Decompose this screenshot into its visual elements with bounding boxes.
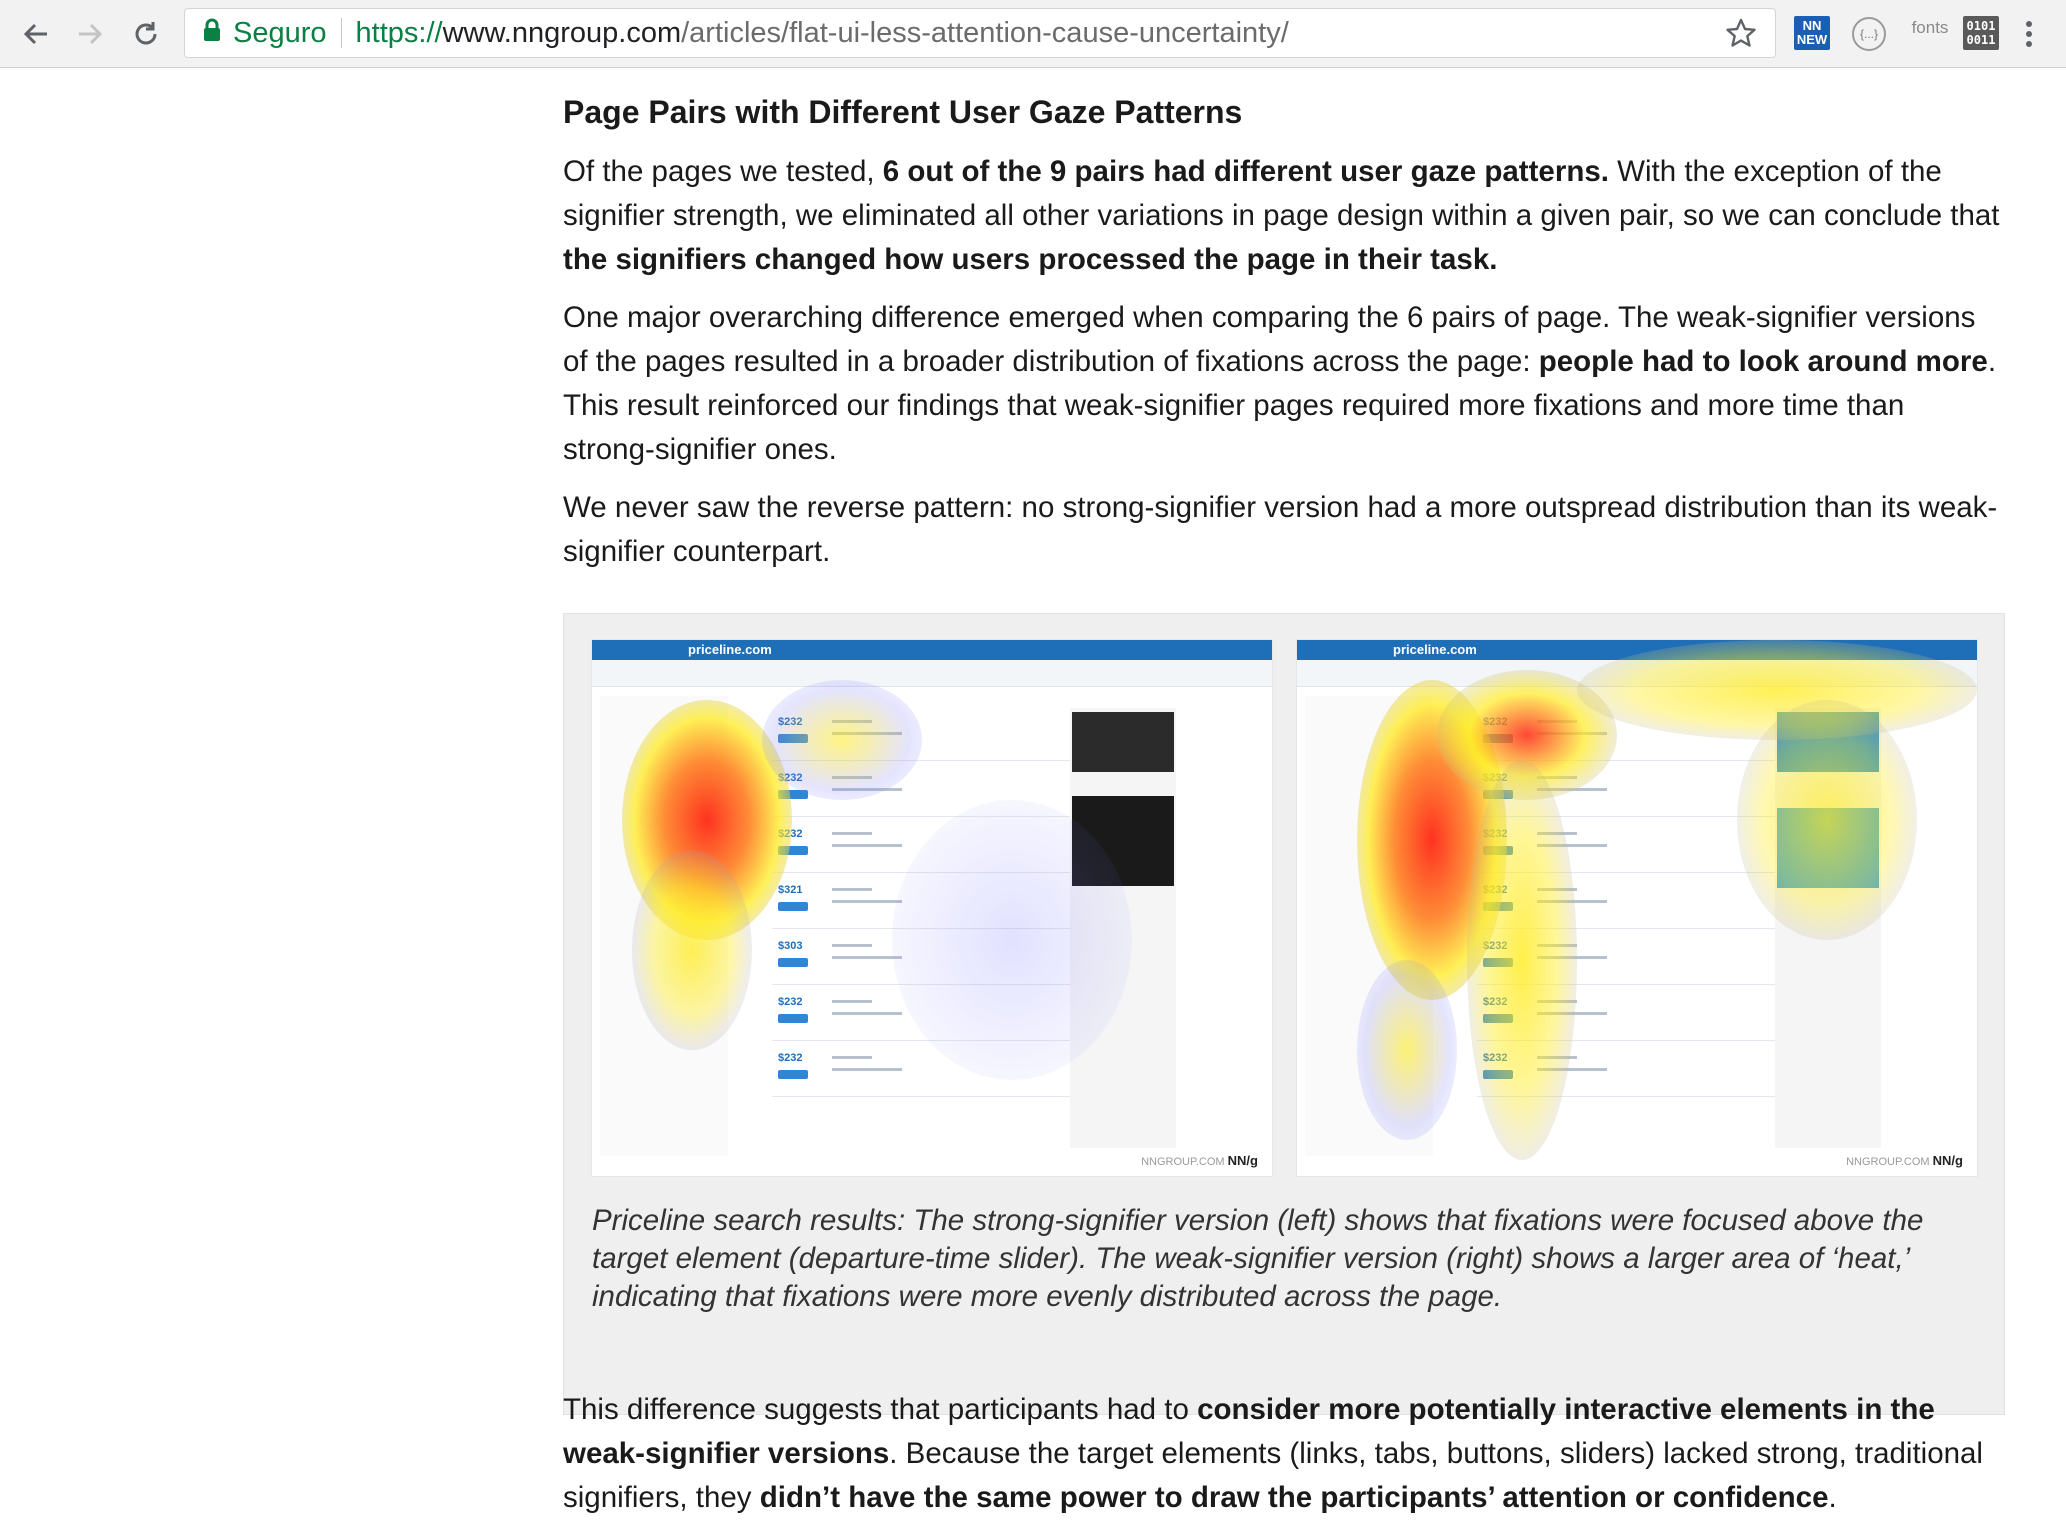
paragraph-3: We never saw the reverse pattern: no str… — [563, 491, 1998, 568]
address-bar[interactable]: Seguro https://www.nngroup.com/articles/… — [184, 8, 1776, 58]
heatmap-figure: priceline.com $232 $232 $232 $321 $303 $… — [563, 613, 2005, 1415]
section-heading: Page Pairs with Different User Gaze Patt… — [563, 94, 1243, 130]
nngroup-watermark: NNGROUP.COM NN/g — [1846, 1153, 1963, 1168]
reload-icon[interactable] — [124, 12, 168, 56]
paragraph-1: Of the pages we tested, 6 out of the 9 p… — [563, 155, 2000, 276]
heat-blob — [632, 850, 752, 1050]
secure-label: Seguro — [233, 16, 327, 49]
forward-arrow-icon[interactable] — [68, 12, 112, 56]
nngroup-watermark: NNGROUP.COM NN/g — [1141, 1153, 1258, 1168]
json-viewer-extension-icon[interactable]: {...} — [1851, 12, 1887, 56]
heatmap-strong-signifier: priceline.com $232 $232 $232 $321 $303 $… — [592, 640, 1272, 1176]
heat-blob — [1467, 760, 1577, 1160]
priceline-search-bar — [592, 660, 1272, 687]
priceline-logo: priceline.com — [688, 642, 772, 657]
paragraph-2: One major overarching difference emerged… — [563, 301, 1997, 466]
bookmark-star-icon[interactable] — [1725, 17, 1757, 57]
figure-caption: Priceline search results: The strong-sig… — [592, 1204, 1924, 1313]
heat-blob — [1737, 700, 1917, 940]
heatmap-weak-signifier: priceline.com $232 $232 $232 $232 $232 $… — [1297, 640, 1977, 1176]
heat-blob — [1357, 960, 1457, 1140]
url-text: https://www.nngroup.com/articles/flat-ui… — [355, 16, 1289, 49]
nn-new-extension-icon[interactable]: NN NEW — [1794, 16, 1830, 50]
lock-icon — [203, 17, 221, 50]
fonts-extension-icon[interactable]: fonts — [1900, 12, 1960, 56]
heat-blob — [762, 680, 922, 800]
paragraph-4: This difference suggests that participan… — [563, 1393, 1983, 1514]
menu-dots-icon[interactable] — [2014, 12, 2044, 56]
heat-blob — [892, 800, 1132, 1080]
priceline-header: priceline.com — [592, 640, 1272, 660]
binary-extension-icon[interactable]: 0101 0011 — [1963, 16, 1999, 50]
priceline-logo: priceline.com — [1393, 642, 1477, 657]
ad-image — [1072, 712, 1174, 772]
omnibox-separator — [340, 18, 342, 48]
browser-toolbar: Seguro https://www.nngroup.com/articles/… — [0, 0, 2066, 68]
back-arrow-icon[interactable] — [14, 12, 58, 56]
